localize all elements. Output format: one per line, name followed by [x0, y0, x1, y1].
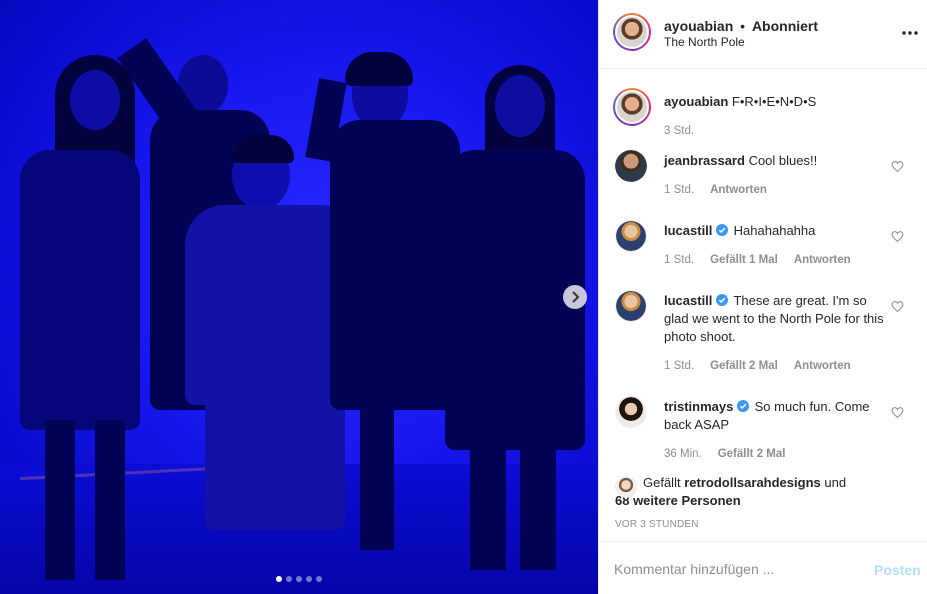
heart-outline-icon[interactable] [891, 160, 904, 173]
carousel-dot [296, 576, 302, 582]
add-comment-bar: Posten [599, 541, 927, 594]
reply-button[interactable]: Antworten [794, 360, 851, 372]
heart-outline-icon[interactable] [891, 300, 904, 313]
commenter-avatar[interactable] [615, 220, 647, 252]
post-location[interactable]: The North Pole [664, 35, 745, 49]
post-photo[interactable] [0, 0, 598, 594]
comment-age: 1 Std. [664, 184, 695, 196]
post-side-panel: ayouabian • Abonniert The North Pole ayo… [598, 0, 927, 594]
comment-age: 1 Std. [664, 254, 695, 266]
comment-item: tristinmays So much fun. Come back ASAP … [599, 396, 927, 464]
author-avatar[interactable] [613, 13, 651, 51]
reply-button[interactable]: Antworten [710, 184, 767, 196]
carousel-dot [286, 576, 292, 582]
author-username[interactable]: ayouabian [664, 18, 733, 34]
comment-input[interactable] [614, 559, 854, 579]
more-options-button[interactable] [901, 24, 919, 42]
commenter-avatar[interactable] [615, 396, 647, 428]
comment-age: 36 Min. [664, 448, 702, 460]
follow-state-button[interactable]: Abonniert [752, 18, 818, 34]
heart-outline-icon[interactable] [891, 230, 904, 243]
caption-text: F•R•I•E•N•D•S [731, 94, 817, 109]
likes-connector: und [824, 475, 847, 490]
comment-username[interactable]: lucastill [664, 223, 712, 238]
comment-item: lucastill These are great. I'm so glad w… [599, 290, 927, 376]
comment-likes-count[interactable]: Gefällt 2 Mal [710, 360, 778, 372]
reply-button[interactable]: Antworten [794, 254, 851, 266]
comment-likes-count[interactable]: Gefällt 1 Mal [710, 254, 778, 266]
verified-badge-icon [716, 224, 729, 236]
comment-text: Hahahahahha [733, 223, 816, 238]
liker-username[interactable]: retrodollsarahdesigns [684, 475, 821, 490]
post-timestamp[interactable]: VOR 3 STUNDEN [615, 519, 699, 530]
caption-avatar[interactable] [613, 88, 651, 126]
comment-username[interactable]: jeanbrassard [664, 153, 745, 168]
comment-username[interactable]: tristinmays [664, 399, 733, 414]
header-separator: • [740, 18, 746, 34]
caption-age: 3 Std. [664, 125, 695, 137]
comment-item: jeanbrassard Cool blues!! 1 Std. Antwort… [599, 150, 927, 200]
post-header: ayouabian • Abonniert The North Pole [599, 0, 927, 69]
verified-badge-icon [716, 294, 729, 306]
likes-prefix: Gefällt [643, 475, 681, 490]
commenter-avatar[interactable] [615, 290, 647, 322]
comment-item: lucastill Hahahahahha 1 Std. Gefällt 1 M… [599, 220, 927, 270]
carousel-indicator [276, 576, 322, 582]
other-likers-link[interactable]: 68 weitere Personen [615, 493, 741, 508]
post-comment-button[interactable]: Posten [874, 562, 921, 578]
chevron-right-icon [572, 291, 580, 303]
likes-summary: Gefällt retrodollsarahdesigns und 68 wei… [615, 474, 915, 510]
comment-text: Cool blues!! [748, 153, 818, 168]
comment-username[interactable]: lucastill [664, 293, 712, 308]
carousel-dot [276, 576, 282, 582]
more-options-icon [902, 31, 918, 35]
comment-likes-count[interactable]: Gefällt 2 Mal [718, 448, 786, 460]
heart-outline-icon[interactable] [891, 406, 904, 419]
caption-username[interactable]: ayouabian [664, 94, 728, 109]
comment-age: 1 Std. [664, 360, 695, 372]
liker-avatar[interactable] [615, 476, 637, 498]
carousel-dot [306, 576, 312, 582]
next-slide-button[interactable] [563, 285, 587, 309]
commenter-avatar[interactable] [615, 150, 647, 182]
carousel-dot [316, 576, 322, 582]
caption: ayouabian F•R•I•E•N•D•S 3 Std. [599, 88, 927, 148]
verified-badge-icon [737, 400, 749, 412]
